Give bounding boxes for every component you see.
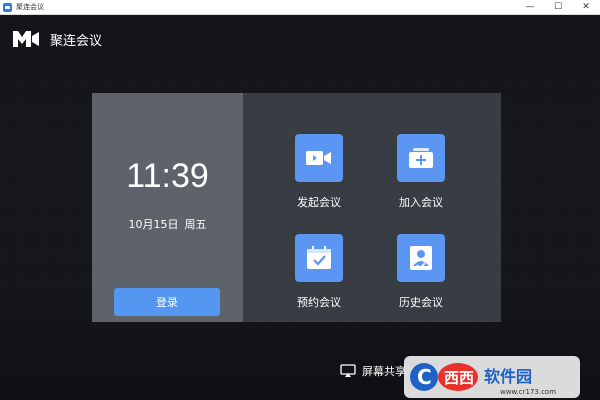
cast-screen-icon — [340, 364, 356, 377]
calendar-check-icon — [295, 234, 343, 282]
minimize-button[interactable]: — — [516, 0, 544, 15]
current-time: 11:39 — [126, 157, 209, 195]
camera-logo-icon — [13, 31, 39, 47]
actions-panel: 发起会议 加入会议 预约会议 历史会议 — [243, 93, 501, 322]
watermark-text: 软件园 — [484, 367, 532, 386]
start-meeting-tile[interactable]: 发起会议 — [274, 134, 364, 210]
schedule-meeting-label: 预约会议 — [297, 296, 341, 309]
join-meeting-label: 加入会议 — [399, 196, 443, 209]
app-window-icon — [3, 2, 12, 12]
app-window: 聚连会议 11:39 10月15日 周五 登录 发起会议 加入会议 预约会议 历… — [0, 15, 600, 400]
schedule-meeting-tile[interactable]: 预约会议 — [274, 234, 364, 310]
current-date: 10月15日 周五 — [92, 216, 243, 232]
history-meeting-label: 历史会议 — [399, 296, 443, 309]
screen-share-button[interactable]: 屏幕共享 — [340, 363, 406, 379]
weekday-text: 周五 — [184, 218, 207, 231]
maximize-button[interactable]: ☐ — [544, 0, 572, 15]
clock-panel: 11:39 10月15日 周五 登录 — [92, 93, 243, 322]
history-meeting-tile[interactable]: 历史会议 — [376, 234, 466, 310]
svg-text:西西: 西西 — [444, 369, 474, 387]
close-button[interactable]: ✕ — [572, 0, 600, 15]
date-text: 10月15日 — [128, 218, 179, 231]
login-button[interactable]: 登录 — [114, 288, 220, 316]
screen-share-label: 屏幕共享 — [362, 365, 406, 378]
watermark-logo: C 西西 软件园 www.cr173.com — [404, 356, 580, 398]
join-meeting-tile[interactable]: 加入会议 — [376, 134, 466, 210]
window-titlebar: 聚连会议 — ☐ ✕ — [0, 0, 600, 15]
join-plus-icon — [397, 134, 445, 182]
svg-text:C: C — [417, 365, 432, 389]
app-name: 聚连会议 — [50, 33, 103, 49]
app-header: 聚连会议 — [12, 29, 102, 49]
window-controls: — ☐ ✕ — [516, 0, 600, 15]
main-card: 11:39 10月15日 周五 登录 发起会议 加入会议 预约会议 历史会议 — [92, 93, 501, 322]
start-meeting-label: 发起会议 — [297, 196, 341, 209]
window-title: 聚连会议 — [16, 2, 44, 11]
user-history-icon — [397, 234, 445, 282]
watermark-url: www.cr173.com — [500, 388, 556, 396]
video-camera-icon — [295, 134, 343, 182]
